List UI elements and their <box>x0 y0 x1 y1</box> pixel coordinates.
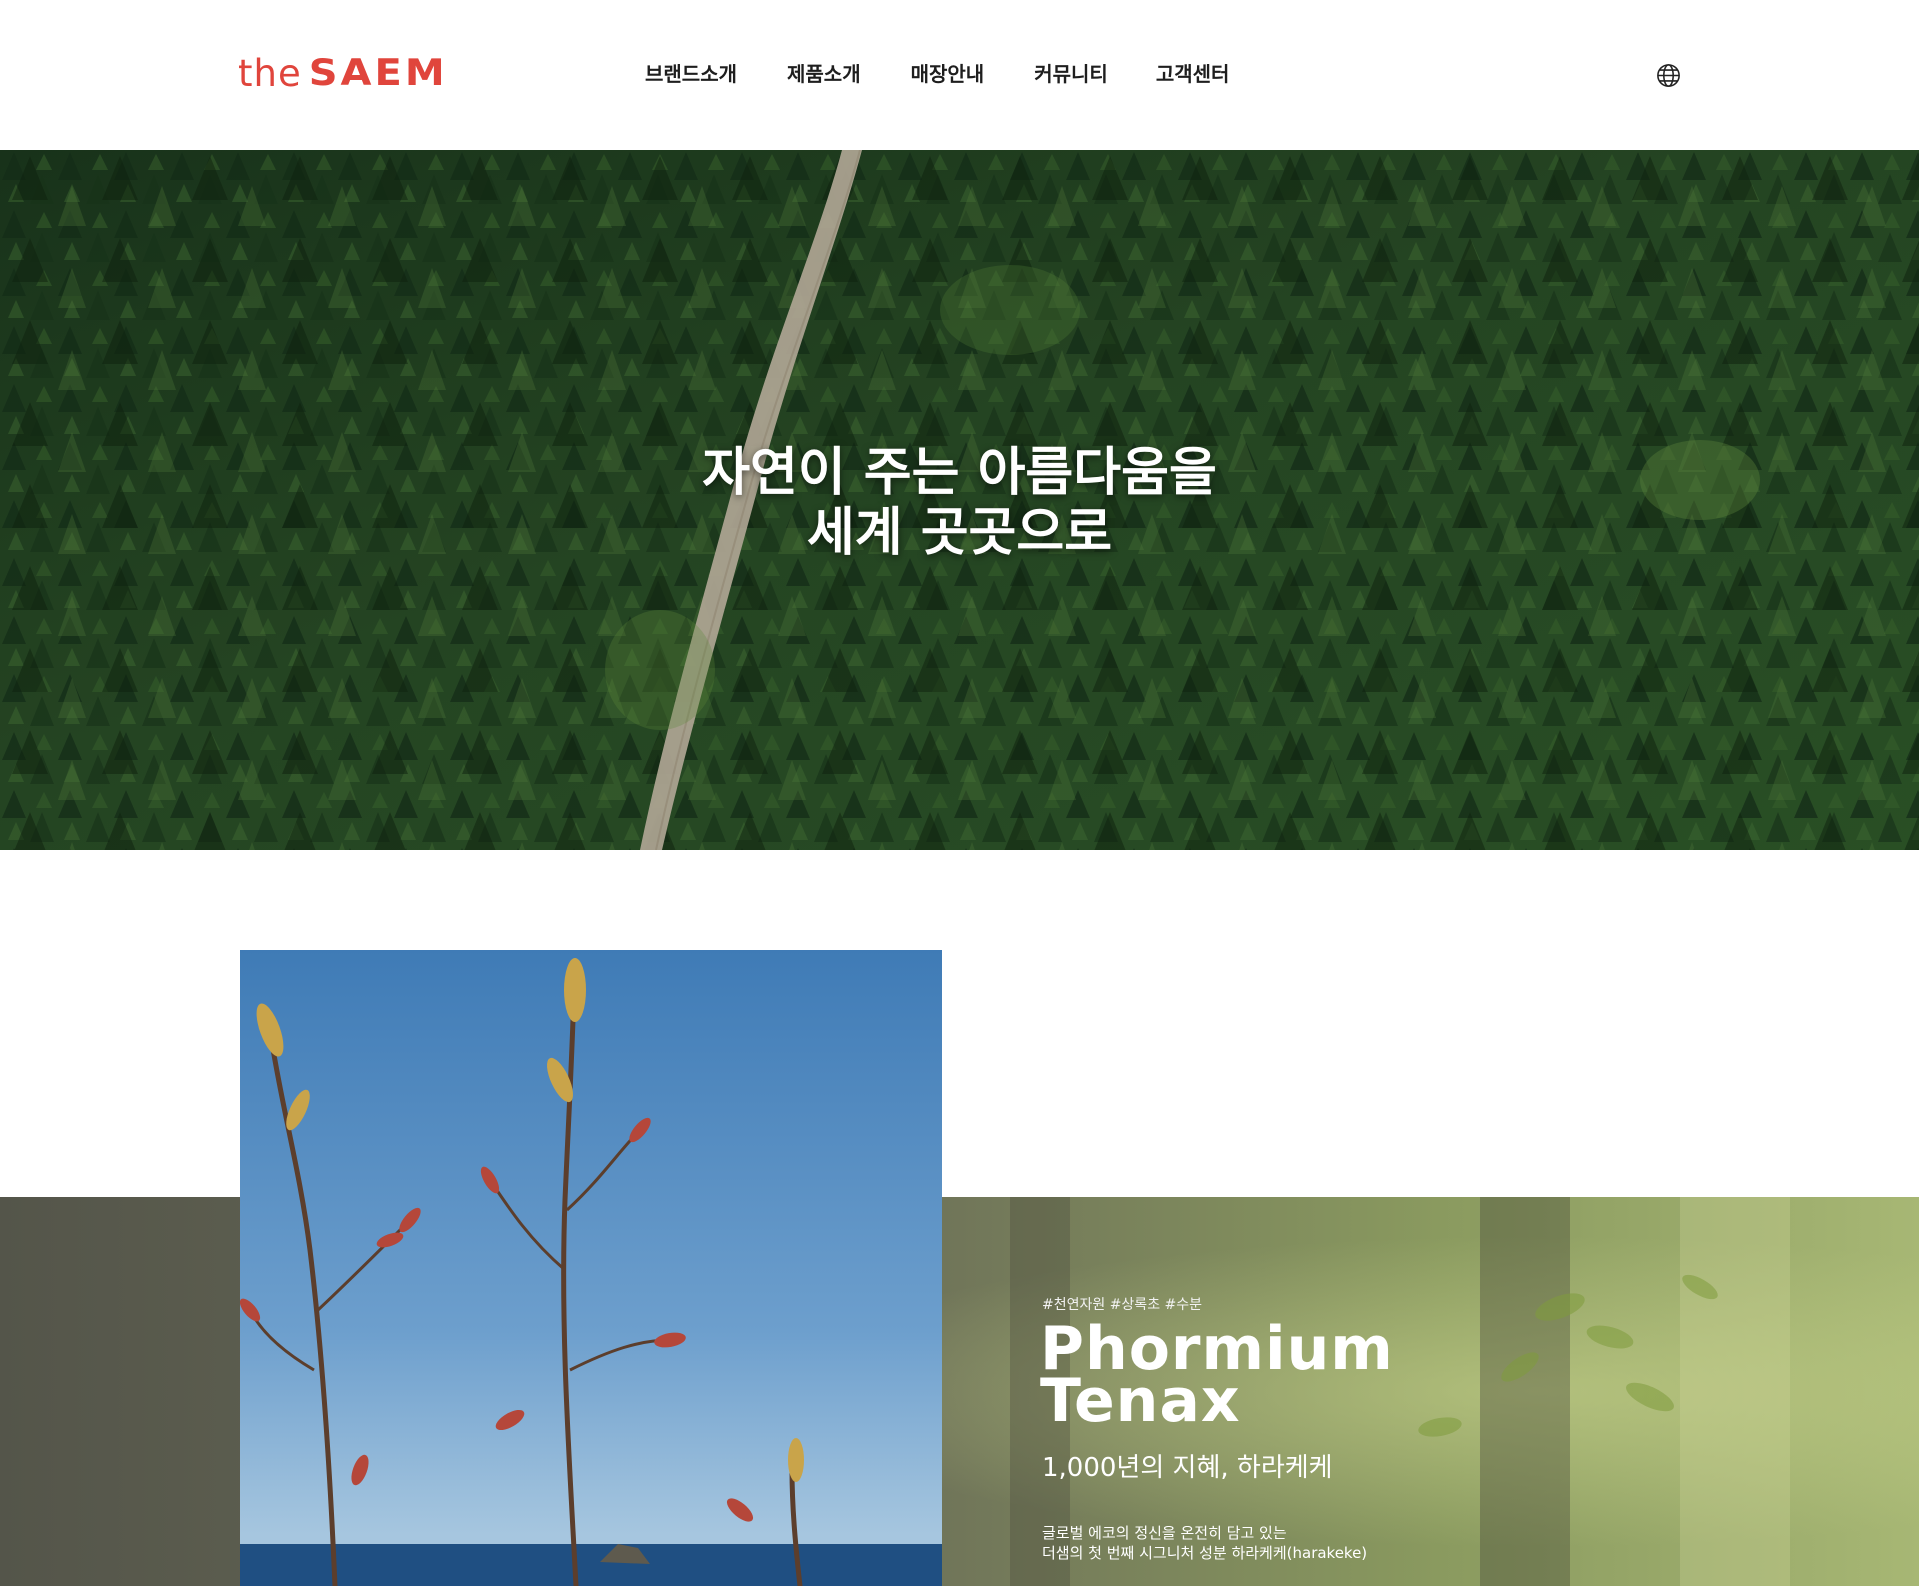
globe-icon[interactable] <box>1656 63 1681 88</box>
feature-desc-line2: 더샘의 첫 번째 시그니처 성분 하라케케(harakeke) <box>1042 1544 1368 1562</box>
feature-subtitle: 1,000년의 지혜, 하라케케 <box>1042 1453 1333 1483</box>
logo-brand: SAEM <box>308 51 448 95</box>
nav-products[interactable]: 제품소개 <box>787 58 861 87</box>
feature-description: 글로벌 에코의 정신을 온전히 담고 있는 더샘의 첫 번째 시그니처 성분 하… <box>1042 1523 1367 1563</box>
hero-headline-line1: 자연이 주는 아름다움을 <box>702 443 1217 503</box>
feature-title: Phormium Tenax <box>1040 1319 1394 1431</box>
hero-headline-line2: 세계 곳곳으로 <box>806 503 1113 563</box>
main-nav: 브랜드소개 제품소개 매장안내 커뮤니티 고객센터 <box>645 58 1229 87</box>
nav-community[interactable]: 커뮤니티 <box>1034 58 1108 87</box>
nav-customer-center[interactable]: 고객센터 <box>1156 58 1230 87</box>
feature-tags: #천연자원 #상록초 #수분 <box>1042 1297 1203 1313</box>
logo-prefix: the <box>238 52 302 95</box>
hero-banner: 자연이 주는 아름다움을 세계 곳곳으로 <box>0 150 1919 850</box>
harakeke-plant-image <box>240 950 942 1586</box>
nav-brand-intro[interactable]: 브랜드소개 <box>645 58 737 87</box>
nav-stores[interactable]: 매장안내 <box>911 58 985 87</box>
the-saem-logo[interactable]: the SAEM <box>238 50 448 100</box>
feature-desc-line1: 글로벌 에코의 정신을 온전히 담고 있는 <box>1042 1524 1287 1542</box>
site-header: the SAEM 브랜드소개 제품소개 매장안내 커뮤니티 고객센터 <box>0 0 1919 150</box>
